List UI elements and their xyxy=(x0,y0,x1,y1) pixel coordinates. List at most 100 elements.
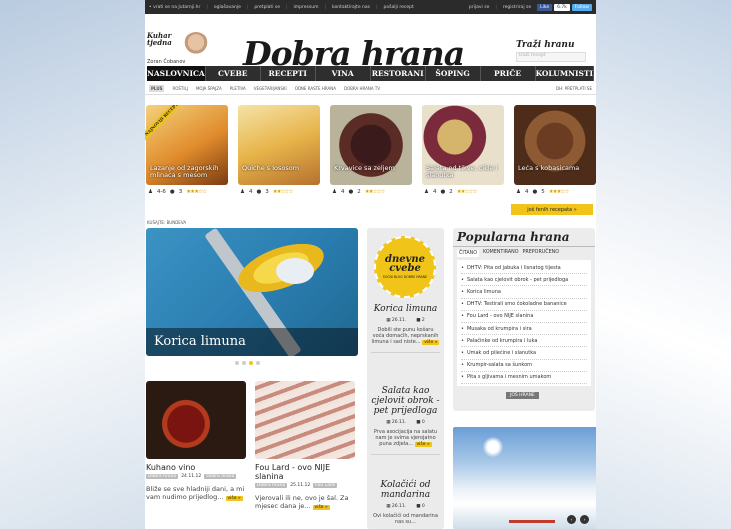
recipe-card[interactable]: NAJNOVIJI RECEPTI Lazanje od zagorskih m… xyxy=(145,105,228,195)
recipe-card[interactable]: Leća s kobasicama ♟ 4 ● 5 ★★★☆☆ xyxy=(514,105,596,195)
featured-caption: Korica limuna xyxy=(146,328,358,356)
read-more-button[interactable]: više » xyxy=(225,496,243,501)
article-meta: Dobra hrana 25.11.12 Fou Lard xyxy=(255,483,355,488)
article-tag[interactable]: Dobra hrana xyxy=(204,474,237,479)
more-recipes-button[interactable]: još fenih recepata » xyxy=(511,204,593,215)
subnav-item[interactable]: PLETIVA xyxy=(230,86,246,91)
featured-slide[interactable]: Korica limuna xyxy=(146,228,358,356)
recipe-card[interactable]: Salata od tikve, cikle i slanutka ♟ 4 ● 2 … xyxy=(422,105,504,195)
tab-commented[interactable]: KOMENTIRANO xyxy=(483,250,519,257)
next-arrow-icon[interactable]: › xyxy=(580,515,589,524)
more-food-button[interactable]: JOŠ HRANE xyxy=(506,392,539,399)
popular-item[interactable]: Palačinke od krumpira i luka xyxy=(461,335,587,348)
background-right xyxy=(596,0,731,529)
recipe-card[interactable]: Quiche s lososom ♟ 4 ● 3 ★★☆☆☆ xyxy=(238,105,320,195)
popular-list: DHTV: Pita od jabuka i lisnatog tijesta … xyxy=(457,260,591,386)
read-more-button[interactable]: više » xyxy=(312,505,330,510)
search-title: Traži hranu xyxy=(516,40,575,50)
article-excerpt: Vjerovali ili ne, ovo je šal. Za mjesec … xyxy=(255,494,349,510)
read-more-button[interactable]: više » xyxy=(414,442,432,447)
search-box: Traži hranu traži recept xyxy=(516,40,592,62)
prev-arrow-icon[interactable]: ‹ xyxy=(567,515,576,524)
article-card[interactable]: Kuhano vino Dobra hrana 24.11.12 Dobra h… xyxy=(146,381,246,503)
daily-item-text: Ovi kolačići od mandarina nas su... xyxy=(373,513,438,525)
top-link-contact[interactable]: kontaktirajte nas xyxy=(332,5,378,10)
top-link-send-recipe[interactable]: pošalji recept xyxy=(384,5,414,10)
subnav-item[interactable]: VEGETARIJANSKI xyxy=(254,86,287,91)
article-tag[interactable]: Fou Lard xyxy=(313,483,337,488)
slider-dot[interactable] xyxy=(242,361,246,365)
article-image xyxy=(146,381,246,459)
top-link-subscribe[interactable]: pretplati se xyxy=(254,5,287,10)
popular-box: Popularna hrana ČITANO KOMENTIRANO PREPO… xyxy=(453,228,595,411)
subnav-item[interactable]: MOJA ŠPAJZA xyxy=(196,86,222,91)
read-more-button[interactable]: više » xyxy=(422,340,440,345)
daily-item[interactable]: Kolačići od mandarina ▦ 26.11. ■ 0 Ovi ko… xyxy=(371,480,440,525)
recipe-stats: ♟ 4-6 ● 3 ★★★☆☆ xyxy=(148,189,207,195)
cup-shape xyxy=(276,258,314,284)
recipe-image xyxy=(330,105,412,185)
slider-dot[interactable] xyxy=(256,361,260,365)
article-title: Kuhano vino xyxy=(146,463,196,472)
servings-icon: ♟ xyxy=(516,189,521,195)
calendar-icon: ▦ 26.11. xyxy=(386,504,407,509)
popular-item[interactable]: Musaka od krumpira i sira xyxy=(461,323,587,336)
nav-stories[interactable]: PRIČE xyxy=(481,66,536,81)
daily-item[interactable]: Korica limuna ▦ 26.11. ■ 2 Dobili ste pun… xyxy=(371,304,440,353)
search-input[interactable]: traži recept xyxy=(516,52,586,62)
servings-icon: ♟ xyxy=(424,189,429,195)
recipe-image xyxy=(238,105,320,185)
article-title: Fou Lard - ovo NIJE slanina xyxy=(255,463,331,481)
popular-item[interactable]: Pita s gljivama i mesnim umakom xyxy=(461,372,587,384)
popular-item[interactable]: Umak od pilećine i slanutka xyxy=(461,347,587,360)
nav-home[interactable]: NASLOVNICA xyxy=(147,66,206,81)
chef-of-week[interactable]: Kuhar tjedna Zoran Čobanov xyxy=(147,31,209,66)
popular-item[interactable]: Korica limuna xyxy=(461,286,587,299)
popular-item[interactable]: Krumpir-salata sa šunkom xyxy=(461,360,587,372)
popular-item[interactable]: Fou Lard - ovo NIJE slanina xyxy=(461,311,587,323)
top-link-ads[interactable]: oglašavanje xyxy=(214,5,249,10)
article-meta: Dobra hrana 24.11.12 Dobra hrana xyxy=(146,474,246,479)
slider-dot[interactable] xyxy=(235,361,239,365)
comment-icon: ■ 2 xyxy=(416,318,425,323)
twitter-follow-button[interactable]: Follow xyxy=(571,3,592,11)
top-link-jutarnji[interactable]: • vrati se na Jutarnji.hr xyxy=(149,5,208,10)
daily-item[interactable]: Salata kao cjelovit obrok - pet prijedlo… xyxy=(371,386,440,455)
recipe-title: Lazanje od zagorskih mlinaca s mesom xyxy=(150,164,219,179)
popular-item[interactable]: DHTV: Testirali smo čokoladne bananice xyxy=(461,299,587,311)
article-tag[interactable]: Dobra hrana xyxy=(255,483,288,488)
recipe-strip: NAJNOVIJI RECEPTI Lazanje od zagorskih m… xyxy=(145,105,596,195)
subnav-plus[interactable]: PLUS xyxy=(149,85,165,92)
subnav-item[interactable]: ODNE RASTE HRANA xyxy=(295,86,336,91)
slider-dots xyxy=(235,361,260,365)
recipe-title: Quiche s lososom xyxy=(242,164,300,172)
like-count: 6.7k xyxy=(554,3,570,11)
tab-recommended[interactable]: PREPORUČENO xyxy=(523,250,560,257)
recipe-card[interactable]: Krvavice sa zeljem ♟ 4 ● 2 ★★☆☆☆ xyxy=(330,105,412,195)
article-card[interactable]: Fou Lard - ovo NIJE slanina Dobra hrana … xyxy=(255,381,355,512)
chef-title: Kuhar tjedna xyxy=(147,31,172,47)
subnav-item[interactable]: DOBRA HRANA TV xyxy=(344,86,380,91)
slider-dot-active[interactable] xyxy=(249,361,253,365)
facebook-like-button[interactable]: Like xyxy=(537,3,553,11)
article-tag[interactable]: Dobra hrana xyxy=(146,474,179,479)
daily-item-title: Kolačići od mandarina xyxy=(380,480,431,500)
recipe-image xyxy=(514,105,596,185)
register-link[interactable]: registriraj se xyxy=(503,5,531,10)
rating-stars: ★★☆☆☆ xyxy=(456,189,478,195)
tab-read[interactable]: ČITANO xyxy=(457,250,479,257)
popular-item[interactable]: Salata kao cjelovit obrok - pet prijedlo… xyxy=(461,274,587,287)
time-icon: ● xyxy=(348,189,354,195)
popular-item[interactable]: DHTV: Pita od jabuka i lisnatog tijesta xyxy=(461,262,587,275)
subnav-item[interactable]: ROŠTILJ xyxy=(172,86,188,91)
calendar-icon: ▦ 26.11. xyxy=(386,420,407,425)
nav-columnists[interactable]: KOLUMNISTI xyxy=(536,66,594,81)
subnav-subscribe[interactable]: DH: PRETPLATI SE xyxy=(556,86,592,91)
recipe-title: Salata od tikve, cikle i slanutka xyxy=(426,164,498,179)
top-link-impressum[interactable]: impressum xyxy=(294,5,326,10)
login-link[interactable]: prijavi se xyxy=(469,5,497,10)
article-date: 25.11.12 xyxy=(290,483,311,488)
site-logo[interactable]: Dobra hrana xyxy=(243,34,465,74)
photo-banner[interactable]: ‹ › xyxy=(453,427,596,529)
daily-badge: dnevne cvebe SOČNI BLOG DOBRE HRANE xyxy=(374,236,436,298)
